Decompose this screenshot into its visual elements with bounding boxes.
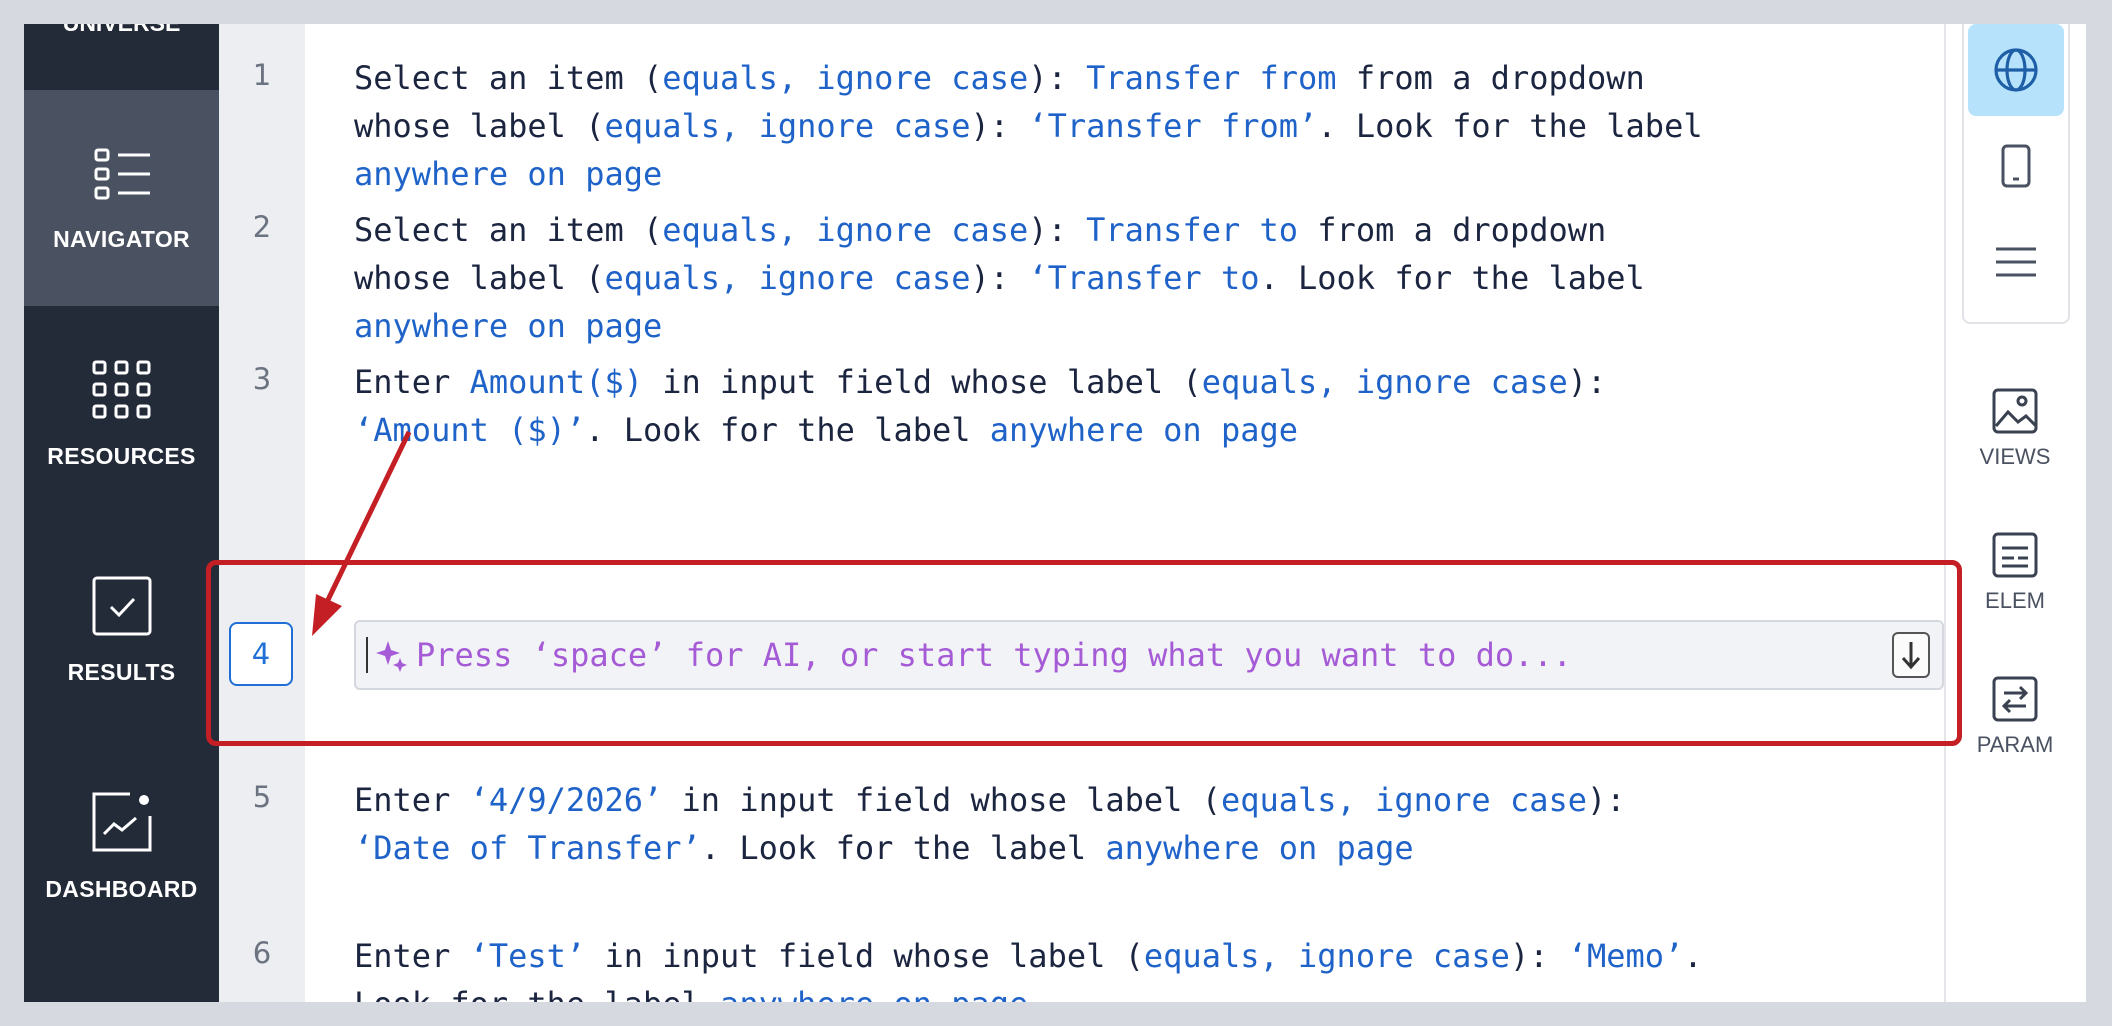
- step-text: Enter: [354, 781, 470, 819]
- step-value[interactable]: ‘4/9/2026’: [470, 781, 663, 819]
- web-view-button[interactable]: [1968, 24, 2064, 116]
- step-number[interactable]: 5: [219, 780, 305, 814]
- step-text: ):: [970, 107, 1029, 145]
- parameters-button[interactable]: PARAM: [1944, 676, 2086, 758]
- step-text: . Look for the label: [585, 411, 990, 449]
- nav-item-dashboard[interactable]: DASHBOARD: [24, 738, 219, 954]
- element-icon: [1992, 532, 2038, 578]
- mobile-icon: [2001, 144, 2031, 188]
- list-icon: [94, 148, 150, 199]
- step-number[interactable]: 1: [219, 58, 305, 92]
- step-text: Enter: [354, 937, 470, 975]
- menu-icon: [1996, 247, 2036, 277]
- param-label: PARAM: [1976, 732, 2054, 757]
- app-window: UNIVERSE NAVIGATOR: [24, 24, 2086, 1002]
- step-text: in input field whose label (: [662, 781, 1221, 819]
- left-sidebar: UNIVERSE NAVIGATOR: [24, 24, 219, 1002]
- swap-icon: [1992, 676, 2038, 722]
- step-text: . Look for the label: [1317, 107, 1703, 145]
- step-text: ):: [970, 259, 1029, 297]
- step-option[interactable]: equals, ignore case: [1221, 781, 1587, 819]
- step-number[interactable]: 3: [219, 362, 305, 396]
- chart-icon: [92, 792, 151, 851]
- views-button[interactable]: VIEWS: [1944, 388, 2086, 470]
- step-value[interactable]: Transfer to: [1086, 211, 1298, 249]
- step-label-value[interactable]: ‘Date of Transfer’: [354, 829, 701, 867]
- test-step-1[interactable]: Select an item (equals, ignore case): Tr…: [354, 54, 1954, 198]
- step-scope[interactable]: anywhere on page: [354, 155, 662, 193]
- nav-item-results[interactable]: RESULTS: [24, 522, 219, 738]
- image-icon: [1992, 388, 2038, 434]
- test-step-6[interactable]: Enter ‘Test’ in input field whose label …: [354, 932, 1954, 1002]
- step-label-value[interactable]: ‘Transfer from’: [1028, 107, 1317, 145]
- step-text: ):: [1028, 59, 1087, 97]
- step-number[interactable]: 2: [219, 210, 305, 244]
- line-number-gutter: [219, 24, 305, 1002]
- highlight-box: [206, 560, 1962, 746]
- nav-label-dashboard: DASHBOARD: [45, 875, 198, 902]
- nav-label-results: RESULTS: [67, 658, 176, 685]
- step-text: ):: [1509, 937, 1568, 975]
- step-text: ):: [1587, 781, 1626, 819]
- step-text: ):: [1028, 211, 1087, 249]
- globe-icon: [1994, 48, 2038, 92]
- step-option[interactable]: equals, ignore case: [604, 107, 970, 145]
- nav-item-resources[interactable]: RESOURCES: [24, 306, 219, 522]
- step-label-value[interactable]: ‘Transfer to: [1028, 259, 1259, 297]
- nav-item-navigator[interactable]: NAVIGATOR: [24, 90, 219, 306]
- mobile-view-button[interactable]: [1968, 120, 2064, 212]
- step-value[interactable]: Amount($): [470, 363, 643, 401]
- nav-label-resources: RESOURCES: [47, 442, 196, 469]
- step-scope[interactable]: anywhere on page: [990, 411, 1298, 449]
- test-step-5[interactable]: Enter ‘4/9/2026’ in input field whose la…: [354, 776, 1954, 872]
- elem-label: ELEM: [1985, 588, 2045, 613]
- step-option[interactable]: equals, ignore case: [662, 59, 1028, 97]
- nav-universe-label[interactable]: UNIVERSE: [24, 24, 219, 37]
- test-step-2[interactable]: Select an item (equals, ignore case): Tr…: [354, 206, 1954, 350]
- step-option[interactable]: equals, ignore case: [662, 211, 1028, 249]
- step-text: . Look for the label: [1259, 259, 1645, 297]
- step-scope[interactable]: anywhere on page: [354, 307, 662, 345]
- step-value[interactable]: ‘Test’: [470, 937, 586, 975]
- menu-button[interactable]: [1968, 216, 2064, 308]
- annotation-arrow-icon: [312, 430, 412, 636]
- step-text: in input field whose label (: [642, 363, 1202, 401]
- nav-label-navigator: NAVIGATOR: [53, 225, 190, 252]
- step-text: Select an item (: [354, 59, 663, 97]
- step-scope[interactable]: anywhere on page: [1105, 829, 1413, 867]
- step-option[interactable]: equals, ignore case: [1144, 937, 1510, 975]
- step-scope[interactable]: anywhere on page: [720, 985, 1028, 1002]
- elements-button[interactable]: ELEM: [1944, 532, 2086, 614]
- step-option[interactable]: equals, ignore case: [604, 259, 970, 297]
- grid-icon: [92, 360, 150, 418]
- step-label-value[interactable]: ‘Memo’: [1568, 937, 1684, 975]
- step-text: . Look for the label: [700, 829, 1106, 867]
- step-text: in input field whose label (: [585, 937, 1144, 975]
- test-step-3[interactable]: Enter Amount($) in input field whose lab…: [354, 358, 1954, 454]
- step-value[interactable]: Transfer from: [1086, 59, 1336, 97]
- step-text: Enter: [354, 363, 470, 401]
- views-label: VIEWS: [1979, 444, 2051, 469]
- step-text: ):: [1567, 363, 1607, 401]
- step-text: Select an item (: [354, 211, 663, 249]
- checkbox-icon: [92, 576, 151, 635]
- step-option[interactable]: equals, ignore case: [1202, 363, 1568, 401]
- step-number[interactable]: 6: [219, 936, 305, 970]
